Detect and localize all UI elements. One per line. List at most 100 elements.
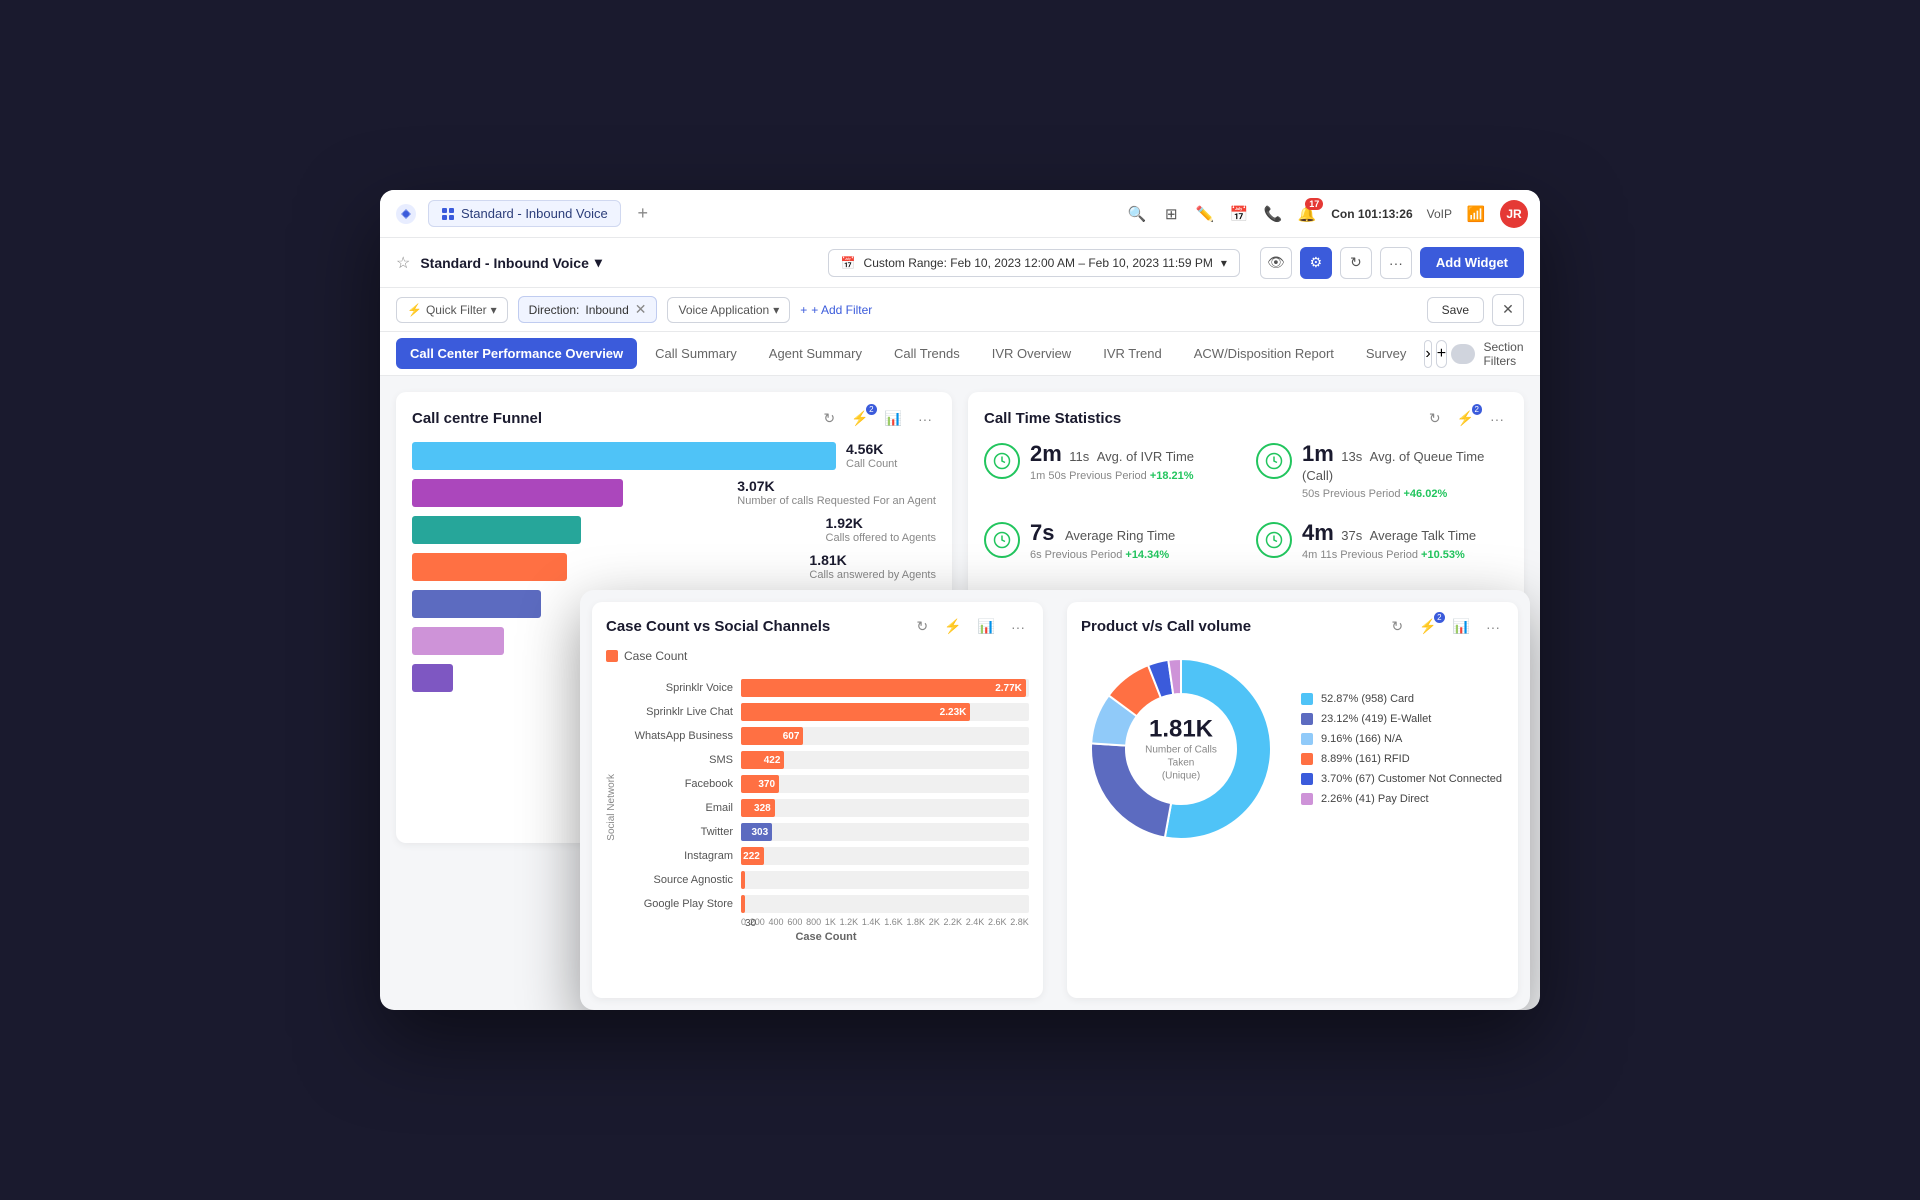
app-window: Standard - Inbound Voice + 🔍 ⊞ ✏️ 📅 📞 🔔 … xyxy=(380,190,1540,1010)
donut-header: Product v/s Call volume ↻ ⚡ 2 📊 ··· xyxy=(1081,616,1504,637)
tab-call-center-performance[interactable]: Call Center Performance Overview xyxy=(396,338,637,369)
funnel-more-btn[interactable]: ··· xyxy=(914,409,936,429)
grid-icon[interactable]: ⊞ xyxy=(1161,204,1181,224)
social-more-btn[interactable]: ··· xyxy=(1007,617,1029,637)
ct-refresh-btn[interactable]: ↻ xyxy=(1425,408,1445,429)
refresh-button[interactable]: ↻ xyxy=(1340,247,1372,279)
stat-unit: 11s xyxy=(1069,449,1089,464)
avatar[interactable]: JR xyxy=(1500,200,1528,228)
donut-container: 1.81K Number of Calls Taken(Unique) 52.8… xyxy=(1081,649,1504,849)
active-tab[interactable]: Standard - Inbound Voice xyxy=(428,200,621,227)
social-bar-label: Google Play Store xyxy=(623,898,733,910)
favorite-icon[interactable]: ☆ xyxy=(396,253,410,273)
social-bar-label: WhatsApp Business xyxy=(623,730,733,742)
social-chart-type-btn[interactable]: 📊 xyxy=(974,616,999,637)
tab-acw-disposition[interactable]: ACW/Disposition Report xyxy=(1180,338,1348,369)
tab-call-trends[interactable]: Call Trends xyxy=(880,338,974,369)
legend-item-label: 23.12% (419) E-Wallet xyxy=(1321,713,1431,725)
call-time-title: Call Time Statistics xyxy=(984,410,1121,427)
x-axis-title: Case Count xyxy=(623,931,1029,943)
stat-icon-wrap xyxy=(1256,443,1292,479)
close-filter-button[interactable]: ✕ xyxy=(1492,294,1524,326)
donut-filter-btn[interactable]: ⚡ 2 xyxy=(1415,616,1440,637)
social-bar-fill: 370 xyxy=(741,775,779,793)
section-filters-switch[interactable] xyxy=(1451,344,1475,364)
social-bar-value-outside: 30 xyxy=(745,918,756,929)
tab-agent-summary[interactable]: Agent Summary xyxy=(755,338,876,369)
phone-icon[interactable]: 📞 xyxy=(1263,204,1283,224)
funnel-title: Call centre Funnel xyxy=(412,410,542,427)
voice-application-button[interactable]: Voice Application ▾ xyxy=(667,297,790,323)
search-icon[interactable]: 🔍 xyxy=(1127,204,1147,224)
stat-value: 2m xyxy=(1030,441,1062,466)
filter-icon: ⚡ xyxy=(407,303,422,317)
plus-icon: + xyxy=(800,303,807,317)
direction-filter-chip: Direction: Inbound ✕ xyxy=(518,296,658,323)
social-bar-label: Email xyxy=(623,802,733,814)
tab-ivr-trend[interactable]: IVR Trend xyxy=(1089,338,1176,369)
social-bar-label: Sprinklr Live Chat xyxy=(623,706,733,718)
stat-change: +10.53% xyxy=(1421,549,1465,561)
funnel-bar-value: 4.56K xyxy=(846,441,936,457)
quick-filter-button[interactable]: ⚡ Quick Filter ▾ xyxy=(396,297,508,323)
add-filter-button[interactable]: + + Add Filter xyxy=(800,303,872,317)
chevron-down-icon: ▾ xyxy=(595,254,602,271)
dashboard-title-button[interactable]: Standard - Inbound Voice ▾ xyxy=(420,254,602,271)
funnel-bar-desc: Calls offered to Agents xyxy=(826,532,936,544)
funnel-bar-row: 3.07K Number of calls Requested For an A… xyxy=(412,478,936,507)
donut-title: Product v/s Call volume xyxy=(1081,618,1251,635)
add-tab-button[interactable]: + xyxy=(629,200,657,228)
social-bar-track: 328 xyxy=(741,799,1029,817)
chip-close-icon[interactable]: ✕ xyxy=(635,301,647,318)
legend-color-dot xyxy=(1301,733,1313,745)
funnel-bar-label: 3.07K Number of calls Requested For an A… xyxy=(737,478,936,507)
stat-value-line: 7s Average Ring Time xyxy=(1030,520,1175,546)
social-bar-label: SMS xyxy=(623,754,733,766)
filter-button[interactable]: ⚙ xyxy=(1300,247,1332,279)
funnel-bar-fill xyxy=(412,553,567,581)
edit-icon[interactable]: ✏️ xyxy=(1195,204,1215,224)
social-bar-track: 222 xyxy=(741,847,1029,865)
social-bar-track: 30 xyxy=(741,895,1029,913)
stat-value-line: 4m 37s Average Talk Time xyxy=(1302,520,1476,546)
funnel-filter-btn[interactable]: ⚡ 2 xyxy=(847,408,872,429)
save-button[interactable]: Save xyxy=(1427,297,1484,323)
stat-text: 2m 11s Avg. of IVR Time 1m 50s Previous … xyxy=(1030,441,1194,482)
social-bar-value: 370 xyxy=(758,779,775,790)
more-button[interactable]: ··· xyxy=(1380,247,1412,279)
tab-call-summary[interactable]: Call Summary xyxy=(641,338,751,369)
donut-chart-type-btn[interactable]: 📊 xyxy=(1449,616,1474,637)
social-bar-track: 370 xyxy=(741,775,1029,793)
stat-change: +14.34% xyxy=(1125,549,1169,561)
tabs-more-button[interactable]: › xyxy=(1424,340,1431,368)
stat-item: 1m 13s Avg. of Queue Time (Call) 50s Pre… xyxy=(1256,441,1508,500)
ct-filter-btn[interactable]: ⚡ 2 xyxy=(1453,408,1478,429)
stat-label: Average Ring Time xyxy=(1065,528,1175,543)
social-bar-fill: 2.23K xyxy=(741,703,970,721)
direction-label: Direction: xyxy=(529,303,580,317)
social-refresh-btn[interactable]: ↻ xyxy=(912,616,932,637)
social-bar-value: 2.23K xyxy=(940,707,967,718)
donut-more-btn[interactable]: ··· xyxy=(1482,617,1504,637)
donut-refresh-btn[interactable]: ↻ xyxy=(1387,616,1407,637)
stat-prev: 1m 50s Previous Period +18.21% xyxy=(1030,470,1194,482)
funnel-bar-track xyxy=(412,553,799,581)
call-time-actions: ↻ ⚡ 2 ··· xyxy=(1425,408,1508,429)
tab-survey[interactable]: Survey xyxy=(1352,338,1420,369)
funnel-bar-track xyxy=(412,442,836,470)
funnel-bar-fill xyxy=(412,590,541,618)
legend-item-label: 2.26% (41) Pay Direct xyxy=(1321,793,1429,805)
calendar-icon[interactable]: 📅 xyxy=(1229,204,1249,224)
social-header: Case Count vs Social Channels ↻ ⚡ 📊 ··· xyxy=(606,616,1029,637)
add-tab-section-button[interactable]: + xyxy=(1436,340,1447,368)
funnel-refresh-btn[interactable]: ↻ xyxy=(819,408,839,429)
funnel-chart-type-btn[interactable]: 📊 xyxy=(881,408,906,429)
eye-button[interactable]: 👁 xyxy=(1260,247,1292,279)
legend-dot-case-count xyxy=(606,650,618,662)
ct-more-btn[interactable]: ··· xyxy=(1486,409,1508,429)
social-bar-label: Facebook xyxy=(623,778,733,790)
date-range-button[interactable]: 📅 Custom Range: Feb 10, 2023 12:00 AM – … xyxy=(828,249,1240,277)
add-widget-button[interactable]: Add Widget xyxy=(1420,247,1524,278)
social-filter-btn[interactable]: ⚡ xyxy=(940,616,965,637)
tab-ivr-overview[interactable]: IVR Overview xyxy=(978,338,1085,369)
